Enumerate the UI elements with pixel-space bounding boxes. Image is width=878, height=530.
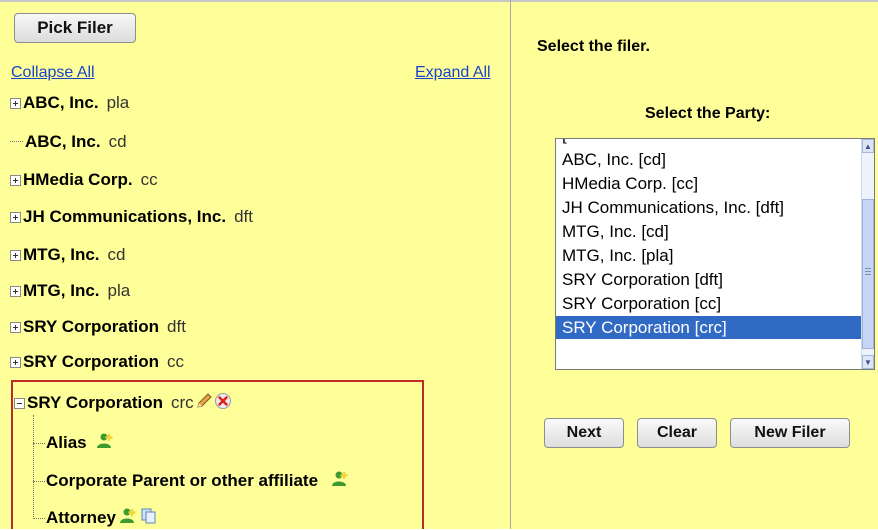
list-item[interactable]: MTG, Inc. [pla]	[559, 244, 861, 267]
party-name: MTG, Inc.	[23, 281, 100, 300]
edit-pencil-icon[interactable]	[195, 392, 213, 415]
party-role: pla	[106, 93, 130, 112]
scroll-up-icon[interactable]: ▲	[862, 139, 874, 153]
pick-filer-button[interactable]: Pick Filer	[14, 13, 136, 43]
partial-list-item-text: [	[562, 139, 567, 145]
scroll-down-icon[interactable]: ▼	[862, 355, 874, 369]
thumb-grip	[865, 271, 871, 272]
list-item[interactable]: HMedia Corp. [cc]	[559, 172, 861, 195]
tree-connector	[33, 443, 45, 444]
expand-all-link[interactable]: Expand All	[415, 64, 491, 82]
list-item[interactable]: JH Communications, Inc. [dft]	[559, 196, 861, 219]
collapse-all-link[interactable]: Collapse All	[11, 64, 95, 82]
list-item[interactable]: SRY Corporation [dft]	[559, 268, 861, 291]
partial-list-item: [	[559, 139, 861, 147]
party-name: ABC, Inc.	[25, 132, 101, 151]
tree-child-corporate-parent[interactable]: Corporate Parent or other affiliate	[46, 470, 350, 492]
party-name: MTG, Inc.	[23, 245, 100, 264]
list-item[interactable]: ABC, Inc. [cd]	[559, 148, 861, 171]
expand-icon[interactable]	[10, 211, 21, 223]
expand-icon[interactable]	[10, 285, 21, 297]
panel-title: Select the filer.	[537, 38, 650, 55]
party-role: dft	[234, 207, 253, 226]
list-item[interactable]: SRY Corporation [cc]	[559, 292, 861, 315]
tree-node-jh-dft[interactable]: JH Communications, Inc. dft	[10, 206, 253, 228]
tree-node-sry-dft[interactable]: SRY Corporation dft	[10, 316, 186, 338]
child-label: Alias	[46, 433, 87, 452]
tree-connector	[33, 518, 45, 519]
delete-icon[interactable]	[214, 392, 232, 415]
party-role: cc	[167, 352, 185, 371]
tree-node-hmedia-cc[interactable]: HMedia Corp. cc	[10, 169, 158, 191]
party-name: SRY Corporation	[23, 317, 160, 336]
party-role: dft	[167, 317, 186, 336]
add-person-icon[interactable]	[330, 470, 350, 493]
tree-connector	[10, 141, 23, 143]
add-person-icon[interactable]	[95, 432, 115, 455]
party-selection-panel: Select the filer. Select the Party: [ AB…	[511, 0, 878, 529]
copy-icon[interactable]	[140, 507, 158, 530]
expand-icon[interactable]	[10, 174, 21, 186]
party-name: HMedia Corp.	[23, 170, 133, 189]
party-role: crc	[171, 393, 194, 412]
child-label: Attorney	[46, 508, 116, 527]
scrollbar-thumb[interactable]	[862, 199, 874, 349]
tree-node-sry-crc[interactable]: SRY Corporation crc	[14, 392, 232, 414]
party-role: cc	[140, 170, 158, 189]
expand-icon[interactable]	[10, 321, 21, 333]
tree-node-abc-cd[interactable]: ABC, Inc. cd	[10, 131, 127, 153]
filer-tree-panel: Pick Filer Collapse All Expand All ABC, …	[0, 0, 511, 529]
party-name: SRY Corporation	[27, 393, 164, 412]
child-label: Corporate Parent or other affiliate	[46, 471, 319, 490]
tree-connector	[33, 481, 45, 482]
party-role: pla	[107, 281, 131, 300]
clear-button[interactable]: Clear	[637, 418, 717, 448]
tree-node-sry-cc[interactable]: SRY Corporation cc	[10, 351, 184, 373]
tree-node-mtg-cd[interactable]: MTG, Inc. cd	[10, 244, 125, 266]
panel-top-edge	[0, 0, 510, 2]
party-role: cd	[107, 245, 126, 264]
party-name: JH Communications, Inc.	[23, 207, 227, 226]
party-name: SRY Corporation	[23, 352, 160, 371]
next-button[interactable]: Next	[544, 418, 624, 448]
tree-branch-line	[33, 415, 34, 519]
thumb-grip	[865, 268, 871, 269]
party-label: Select the Party:	[645, 105, 771, 122]
expand-icon[interactable]	[10, 249, 21, 261]
collapse-icon[interactable]	[14, 397, 25, 409]
expand-icon[interactable]	[10, 97, 21, 109]
tree-child-attorney[interactable]: Attorney	[46, 507, 158, 529]
listbox-scrollbar[interactable]: ▲ ▼	[861, 139, 874, 369]
tree-child-alias[interactable]: Alias	[46, 432, 115, 454]
party-listbox[interactable]: [ ABC, Inc. [cd] HMedia Corp. [cc] JH Co…	[555, 138, 875, 370]
party-role: cd	[108, 132, 127, 151]
tree-node-abc-pla[interactable]: ABC, Inc. pla	[10, 92, 129, 114]
thumb-grip	[865, 274, 871, 275]
tree-node-mtg-pla[interactable]: MTG, Inc. pla	[10, 280, 130, 302]
add-person-icon[interactable]	[118, 507, 138, 530]
party-name: ABC, Inc.	[23, 93, 99, 112]
new-filer-button[interactable]: New Filer	[730, 418, 850, 448]
list-item[interactable]: MTG, Inc. [cd]	[559, 220, 861, 243]
expand-icon[interactable]	[10, 356, 21, 368]
panel-top-edge	[511, 0, 878, 2]
list-item-selected[interactable]: SRY Corporation [crc]	[556, 316, 861, 339]
